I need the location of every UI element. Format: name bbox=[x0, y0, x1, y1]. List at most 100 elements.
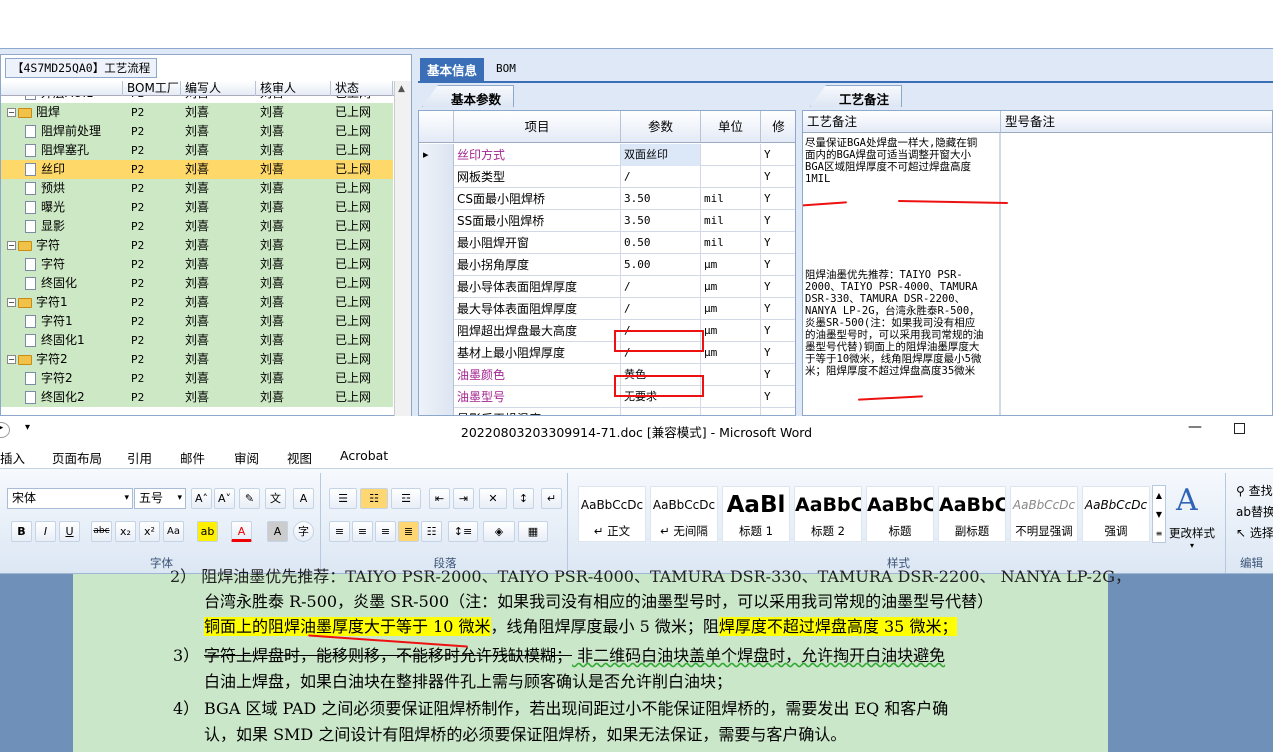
tree-node[interactable]: − 字符 bbox=[7, 236, 123, 255]
grid-row[interactable]: 最小拐角厚度 5.00 μm Y bbox=[419, 254, 795, 276]
clear-format-icon[interactable]: ✎ bbox=[239, 488, 260, 509]
grid-cell-unit[interactable]: μm bbox=[701, 298, 761, 320]
grid-cell-unit[interactable]: μm bbox=[701, 254, 761, 276]
char-border-icon[interactable]: A bbox=[293, 488, 314, 509]
row-selector[interactable] bbox=[419, 166, 454, 188]
tree-col-status[interactable]: 状态 bbox=[331, 81, 393, 96]
tree-col-reviewer[interactable]: 核审人 bbox=[256, 81, 331, 96]
tab-acrobat[interactable]: Acrobat bbox=[340, 448, 388, 463]
tree-row[interactable]: 外层AOI1 P2 刘喜 刘喜 已上网 bbox=[1, 96, 393, 103]
highlight-icon[interactable]: ab bbox=[197, 521, 218, 542]
grid-row[interactable]: 最大导体表面阻焊厚度 / μm Y bbox=[419, 298, 795, 320]
grid-row[interactable]: 最小导体表面阻焊厚度 / μm Y bbox=[419, 276, 795, 298]
tree-node[interactable]: − 阻焊 bbox=[7, 103, 123, 122]
tree-row[interactable]: − 字符 P2 刘喜 刘喜 已上网 bbox=[1, 236, 393, 255]
change-styles-label[interactable]: 更改样式 bbox=[1169, 525, 1215, 541]
tree-node[interactable]: 字符1 bbox=[25, 312, 123, 331]
grid-cell-value[interactable]: 双面丝印 bbox=[621, 144, 701, 166]
doc-line-6[interactable]: BGA 区域 PAD 之间必须要保证阻焊桥制作，若出现间距过小不能保证阻焊桥的，… bbox=[204, 698, 948, 720]
align-right-icon[interactable]: ≡ bbox=[375, 521, 396, 542]
grid-cell-value[interactable]: 3.50 bbox=[621, 210, 701, 232]
grid-col-modify[interactable]: 修 bbox=[761, 111, 795, 143]
find-button[interactable]: ⚲ 查找 bbox=[1236, 482, 1273, 499]
grid-row[interactable]: 油墨颜色 黄色 Y bbox=[419, 364, 795, 386]
notes-col-model[interactable]: 型号备注 bbox=[1001, 111, 1272, 133]
shrink-font-icon[interactable]: A˅ bbox=[214, 488, 235, 509]
grid-cell-unit[interactable] bbox=[701, 364, 761, 386]
distributed-icon[interactable]: ☷ bbox=[421, 521, 442, 542]
chevron-down-icon[interactable]: ▾ bbox=[177, 489, 182, 508]
tree-row[interactable]: − 阻焊 P2 刘喜 刘喜 已上网 bbox=[1, 103, 393, 122]
char-shading-icon[interactable]: A bbox=[267, 521, 288, 542]
row-selector[interactable] bbox=[419, 386, 454, 408]
grid-cell-unit[interactable]: mil bbox=[701, 210, 761, 232]
gallery-scroll[interactable]: ▲ ▼ ≡ bbox=[1152, 485, 1166, 543]
tree-row[interactable]: 字符 P2 刘喜 刘喜 已上网 bbox=[1, 255, 393, 274]
grid-cell-flag[interactable]: Y bbox=[761, 188, 795, 210]
tree-row[interactable]: 终固化1 P2 刘喜 刘喜 已上网 bbox=[1, 331, 393, 350]
grid-cell-flag[interactable] bbox=[761, 408, 795, 415]
tab-references[interactable]: 引用 bbox=[127, 448, 152, 467]
phonetic-guide-icon[interactable]: 文 bbox=[265, 488, 286, 509]
style-item[interactable]: AaBbC 标题 bbox=[866, 486, 934, 542]
tree-panel-title[interactable]: 【4S7MD25QA0】工艺流程 bbox=[5, 58, 158, 78]
tree-col-name[interactable] bbox=[1, 81, 123, 96]
grid-cell-unit[interactable]: mil bbox=[701, 232, 761, 254]
row-selector[interactable] bbox=[419, 232, 454, 254]
change-case-icon[interactable]: Aa bbox=[163, 521, 184, 542]
tree-node[interactable]: 曝光 bbox=[25, 198, 123, 217]
grid-col-unit[interactable]: 单位 bbox=[701, 111, 761, 143]
font-size-combo[interactable]: 五号 ▾ bbox=[134, 488, 186, 509]
tree-row[interactable]: − 字符1 P2 刘喜 刘喜 已上网 bbox=[1, 293, 393, 312]
grid-row[interactable]: 最小阻焊开窗 0.50 mil Y bbox=[419, 232, 795, 254]
grid-cell-unit[interactable]: mil bbox=[701, 188, 761, 210]
show-marks-icon[interactable]: ↵ bbox=[541, 488, 562, 509]
collapse-icon[interactable]: − bbox=[7, 355, 16, 364]
grid-row[interactable]: 油墨型号 无要求 Y bbox=[419, 386, 795, 408]
grid-cell-unit[interactable] bbox=[701, 408, 761, 415]
grid-row[interactable]: 网板类型 / Y bbox=[419, 166, 795, 188]
select-button[interactable]: ↖ 选择 bbox=[1236, 524, 1273, 541]
grid-row[interactable]: 基材上最小阻焊厚度 / μm Y bbox=[419, 342, 795, 364]
change-styles-icon[interactable]: A bbox=[1176, 483, 1198, 518]
tree-col-factory[interactable]: BOM工厂 bbox=[123, 81, 181, 96]
tree-row[interactable]: 曝光 P2 刘喜 刘喜 已上网 bbox=[1, 198, 393, 217]
tree-scrollbar[interactable]: ▲ bbox=[394, 81, 411, 416]
chevron-down-icon[interactable]: ▾ bbox=[124, 489, 129, 508]
grid-cell-unit[interactable]: μm bbox=[701, 276, 761, 298]
superscript-icon[interactable]: x² bbox=[139, 521, 160, 542]
style-item[interactable]: AaBbCcDc ↵ 无间隔 bbox=[650, 486, 718, 542]
tree-row[interactable]: 阻焊塞孔 P2 刘喜 刘喜 已上网 bbox=[1, 141, 393, 160]
tree-node[interactable]: 外层AOI1 bbox=[25, 96, 123, 103]
grid-row[interactable]: CS面最小阻焊桥 3.50 mil Y bbox=[419, 188, 795, 210]
collapse-icon[interactable]: − bbox=[7, 298, 16, 307]
tab-process-notes[interactable]: 工艺备注 bbox=[810, 85, 903, 107]
grid-cell-flag[interactable]: Y bbox=[761, 232, 795, 254]
grid-cell-value[interactable] bbox=[621, 408, 701, 415]
tree-node[interactable]: − 字符2 bbox=[7, 350, 123, 369]
minimize-icon[interactable]: — bbox=[1188, 419, 1202, 435]
process-note-1[interactable]: 尽量保证BGA处焊盘一样大,隐藏在铜面内的BGA焊盘可适当调整开窗大小 BGA区… bbox=[805, 137, 985, 185]
tab-bom[interactable]: BOM bbox=[489, 58, 523, 81]
grid-cell-unit[interactable] bbox=[701, 166, 761, 188]
doc-line-1[interactable]: 2） 阻焊油墨优先推荐：TAIYO PSR-2000、TAIYO PSR-400… bbox=[170, 566, 1131, 588]
tree-node[interactable]: 阻焊塞孔 bbox=[25, 141, 123, 160]
tree-row[interactable]: 字符2 P2 刘喜 刘喜 已上网 bbox=[1, 369, 393, 388]
strikethrough-icon[interactable]: abc bbox=[91, 521, 112, 542]
grid-cell-unit[interactable]: μm bbox=[701, 342, 761, 364]
doc-line-5[interactable]: 白油上焊盘，如果白油块在整排器件孔上需与顾客确认是否允许削白油块； bbox=[204, 671, 732, 693]
multilevel-list-icon[interactable]: ☲ bbox=[391, 488, 421, 509]
sort-icon[interactable]: ↕ bbox=[513, 488, 534, 509]
tree-row[interactable]: 阻焊前处理 P2 刘喜 刘喜 已上网 bbox=[1, 122, 393, 141]
bullets-icon[interactable]: ☰ bbox=[329, 488, 357, 509]
grid-row[interactable]: 显影后干燥温度 bbox=[419, 408, 795, 415]
notes-col-process[interactable]: 工艺备注 bbox=[803, 111, 1001, 133]
grid-cell-value[interactable]: / bbox=[621, 298, 701, 320]
tree-node[interactable]: 丝印 bbox=[25, 160, 123, 179]
grid-cell-flag[interactable]: Y bbox=[761, 144, 795, 166]
grid-cell-flag[interactable]: Y bbox=[761, 298, 795, 320]
grid-cell-value[interactable]: / bbox=[621, 276, 701, 298]
doc-line-3-mid[interactable]: ，线角阻焊厚度最小 5 微米；阻 bbox=[491, 617, 719, 636]
grid-cell-value[interactable]: 5.00 bbox=[621, 254, 701, 276]
scroll-up-icon[interactable]: ▲ bbox=[398, 84, 405, 94]
